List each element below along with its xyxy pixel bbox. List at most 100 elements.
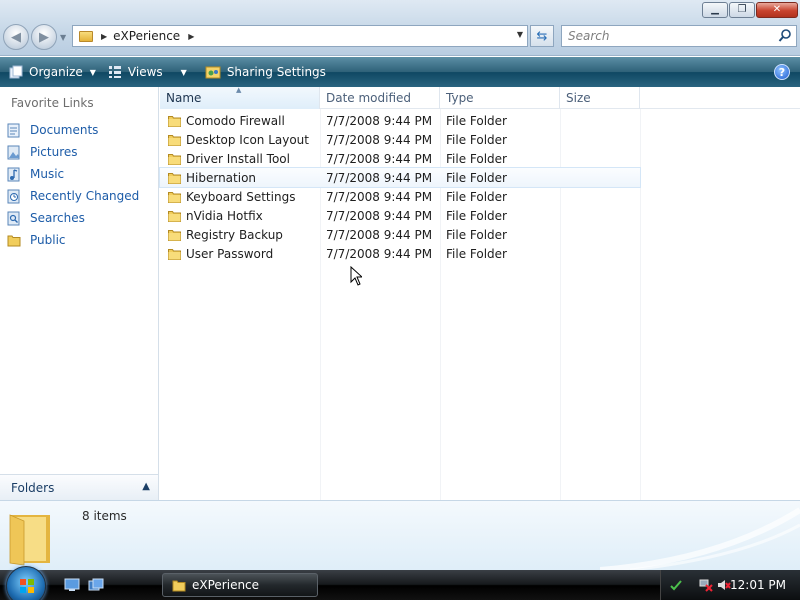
views-label: Views bbox=[127, 65, 163, 79]
address-path[interactable]: eXPerience bbox=[113, 29, 180, 43]
sort-ascending-icon: ▲ bbox=[236, 86, 242, 94]
column-header-size[interactable]: Size bbox=[560, 87, 640, 109]
search-box[interactable]: Search bbox=[561, 25, 797, 47]
organize-button[interactable]: Organize ▼ bbox=[3, 57, 102, 87]
file-name-cell[interactable]: Keyboard Settings bbox=[168, 187, 295, 206]
file-name: User Password bbox=[186, 246, 274, 261]
sidebar-item-label: Searches bbox=[30, 211, 85, 225]
table-row[interactable]: Comodo Firewall 7/7/2008 9:44 PM File Fold… bbox=[160, 111, 640, 130]
file-name: nVidia Hotfix bbox=[186, 208, 263, 223]
show-desktop-icon[interactable] bbox=[64, 578, 80, 592]
sharing-settings-label: Sharing Settings bbox=[226, 65, 326, 79]
title-bar: ▁ ❐ ✕ ◀ ▶ ▼ ▶ eXPerience ▶ ▼ ⇆ Search bbox=[0, 0, 800, 56]
system-tray: 12:01 PM bbox=[660, 570, 800, 600]
sidebar-item-music[interactable]: Music bbox=[6, 163, 139, 185]
date-modified-cell: 7/7/2008 9:44 PM bbox=[326, 227, 433, 242]
security-center-icon[interactable] bbox=[669, 578, 683, 592]
sidebar-item-public[interactable]: Public bbox=[6, 229, 139, 251]
navigation-buttons: ◀ ▶ ▼ bbox=[3, 24, 66, 50]
folder-icon bbox=[168, 153, 181, 165]
file-name-cell[interactable]: Desktop Icon Layout bbox=[168, 130, 309, 149]
table-row[interactable]: Keyboard Settings 7/7/2008 9:44 PM File Fo… bbox=[160, 187, 640, 206]
file-name: Hibernation bbox=[186, 170, 257, 185]
pictures-icon bbox=[6, 144, 22, 160]
mouse-cursor-icon bbox=[350, 266, 362, 286]
views-icon bbox=[108, 66, 121, 78]
folder-icon bbox=[168, 210, 181, 222]
file-name-cell[interactable]: Hibernation bbox=[168, 168, 256, 187]
details-pane: 8 items bbox=[0, 500, 800, 570]
close-button[interactable]: ✕ bbox=[756, 2, 798, 18]
chevron-down-icon: ▼ bbox=[89, 67, 96, 77]
chevron-down-icon: ▼ bbox=[180, 67, 187, 77]
window-controls: ▁ ❐ ✕ bbox=[702, 2, 798, 18]
documents-icon bbox=[6, 122, 22, 138]
column-header-type[interactable]: Type bbox=[440, 87, 560, 109]
switch-windows-icon[interactable] bbox=[88, 578, 104, 592]
minimize-button[interactable]: ▁ bbox=[702, 2, 728, 18]
taskbar: eXPerience 12:01 PM bbox=[0, 566, 800, 600]
searches-icon bbox=[6, 210, 22, 226]
recent-pages-dropdown[interactable]: ▼ bbox=[60, 33, 66, 42]
file-name: Desktop Icon Layout bbox=[186, 132, 309, 147]
volume-muted-icon[interactable] bbox=[717, 578, 731, 592]
address-bar[interactable]: ▶ eXPerience ▶ ▼ bbox=[72, 25, 528, 47]
search-icon[interactable] bbox=[778, 28, 792, 44]
file-name-cell[interactable]: Comodo Firewall bbox=[168, 111, 285, 130]
column-header-label: Type bbox=[446, 91, 474, 105]
help-icon[interactable]: ? bbox=[774, 64, 790, 80]
chevron-right-icon[interactable]: ▶ bbox=[188, 32, 194, 41]
clock[interactable]: 12:01 PM bbox=[730, 578, 786, 592]
refresh-icon: ⇆ bbox=[536, 28, 548, 44]
table-row[interactable]: Hibernation 7/7/2008 9:44 PM File Folder bbox=[159, 167, 641, 188]
folders-toggle[interactable]: Folders ▲ bbox=[0, 474, 158, 500]
favorite-links-title: Favorite Links bbox=[11, 96, 94, 110]
forward-button[interactable]: ▶ bbox=[31, 24, 57, 50]
command-bar: Organize ▼ Views ▼ Sharing Settings ? bbox=[0, 57, 800, 87]
type-cell: File Folder bbox=[446, 132, 507, 147]
file-name-cell[interactable]: nVidia Hotfix bbox=[168, 206, 263, 225]
folder-icon bbox=[172, 580, 186, 592]
table-row[interactable]: Registry Backup 7/7/2008 9:44 PM File Fold… bbox=[160, 225, 640, 244]
date-modified-cell: 7/7/2008 9:44 PM bbox=[326, 151, 433, 166]
type-cell: File Folder bbox=[446, 246, 507, 261]
sharing-settings-icon bbox=[205, 66, 221, 79]
file-name: Registry Backup bbox=[186, 227, 283, 242]
address-dropdown-icon[interactable]: ▼ bbox=[517, 30, 523, 39]
sidebar-item-recently-changed[interactable]: Recently Changed bbox=[6, 185, 139, 207]
file-name-cell[interactable]: User Password bbox=[168, 244, 273, 263]
item-count: 8 items bbox=[82, 509, 127, 523]
column-header-name[interactable]: ▲ Name bbox=[160, 86, 320, 109]
network-disconnected-icon[interactable] bbox=[699, 578, 713, 592]
table-row[interactable]: Driver Install Tool 7/7/2008 9:44 PM File … bbox=[160, 149, 640, 168]
table-row[interactable]: User Password 7/7/2008 9:44 PM File Folder bbox=[160, 244, 640, 263]
sidebar-item-documents[interactable]: Documents bbox=[6, 119, 139, 141]
music-icon bbox=[6, 166, 22, 182]
column-header-label: Date modified bbox=[326, 91, 412, 105]
sidebar-item-label: Music bbox=[30, 167, 65, 181]
taskbar-button-explorer[interactable]: eXPerience bbox=[162, 573, 318, 597]
chevron-up-icon[interactable]: ▲ bbox=[142, 481, 150, 492]
chevron-right-icon[interactable]: ▶ bbox=[101, 32, 107, 41]
folders-label: Folders bbox=[11, 480, 55, 495]
maximize-button[interactable]: ❐ bbox=[729, 2, 755, 18]
back-arrow-icon: ◀ bbox=[11, 29, 21, 45]
table-row[interactable]: Desktop Icon Layout 7/7/2008 9:44 PM File … bbox=[160, 130, 640, 149]
start-button[interactable] bbox=[6, 566, 46, 600]
navigation-pane: Favorite Links Documents Pictures Music … bbox=[0, 87, 159, 500]
file-name-cell[interactable]: Registry Backup bbox=[168, 225, 283, 244]
sidebar-item-pictures[interactable]: Pictures bbox=[6, 141, 139, 163]
sharing-settings-button[interactable]: Sharing Settings bbox=[199, 57, 332, 87]
sidebar-item-label: Recently Changed bbox=[30, 189, 140, 203]
sidebar-item-searches[interactable]: Searches bbox=[6, 207, 139, 229]
table-row[interactable]: nVidia Hotfix 7/7/2008 9:44 PM File Folder bbox=[160, 206, 640, 225]
refresh-button[interactable]: ⇆ bbox=[530, 25, 554, 47]
file-name-cell[interactable]: Driver Install Tool bbox=[168, 149, 290, 168]
file-name: Driver Install Tool bbox=[186, 151, 290, 166]
folder-icon bbox=[79, 30, 93, 42]
organize-icon bbox=[9, 65, 23, 79]
views-button[interactable]: Views ▼ bbox=[102, 57, 193, 87]
column-header-date-modified[interactable]: Date modified bbox=[320, 87, 440, 109]
sidebar-item-label: Pictures bbox=[30, 145, 78, 159]
back-button[interactable]: ◀ bbox=[3, 24, 29, 50]
